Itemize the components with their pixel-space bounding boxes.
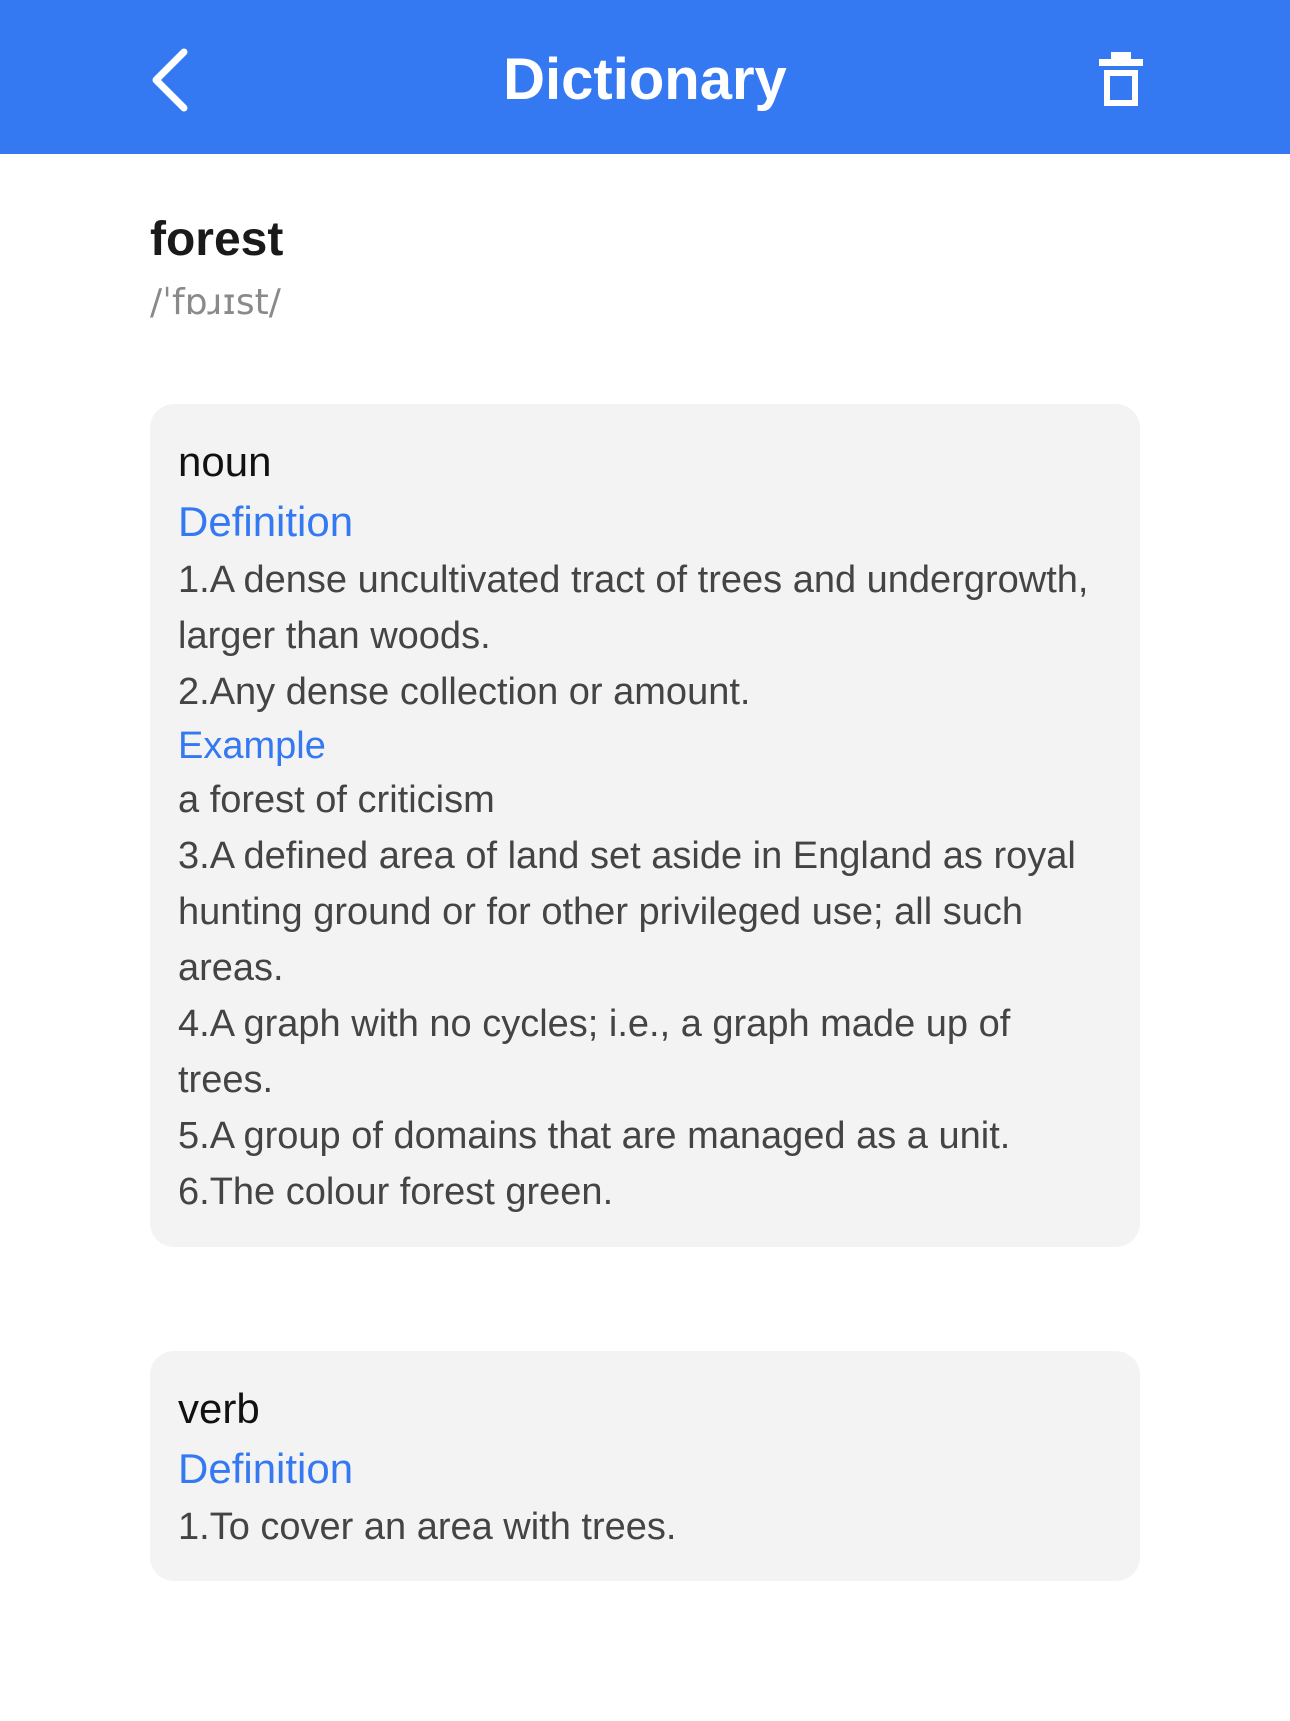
definition-item: 2.Any dense collection or amount.: [178, 671, 751, 713]
part-of-speech-noun: noun: [178, 438, 272, 485]
entry-phonetic: /ˈfɒɹɪst/: [150, 282, 281, 323]
definition-item: 3.A defined area of land set aside in En…: [178, 835, 1076, 989]
entry-word: forest: [150, 213, 284, 266]
app-header: Dictionary: [0, 0, 1290, 154]
definition-label: Definition: [178, 1445, 354, 1492]
definition-item: 4.A graph with no cycles; i.e., a graph …: [178, 1003, 1011, 1101]
verb-card: verb Definition 1.To cover an area with …: [150, 1351, 1140, 1581]
example-text: a forest of criticism: [178, 779, 495, 821]
definition-item: 1.A dense uncultivated tract of trees an…: [178, 559, 1089, 657]
delete-button[interactable]: [1094, 50, 1148, 110]
definition-item: 1.To cover an area with trees.: [178, 1506, 677, 1548]
definition-item: 6.The colour forest green.: [178, 1171, 614, 1213]
noun-card: noun Definition 1.A dense uncultivated t…: [150, 404, 1140, 1247]
example-label: Example: [178, 725, 326, 767]
definition-item: 5.A group of domains that are managed as…: [178, 1115, 1011, 1157]
trash-icon: [1099, 52, 1143, 106]
part-of-speech-verb: verb: [178, 1385, 260, 1432]
definition-label: Definition: [178, 498, 354, 545]
